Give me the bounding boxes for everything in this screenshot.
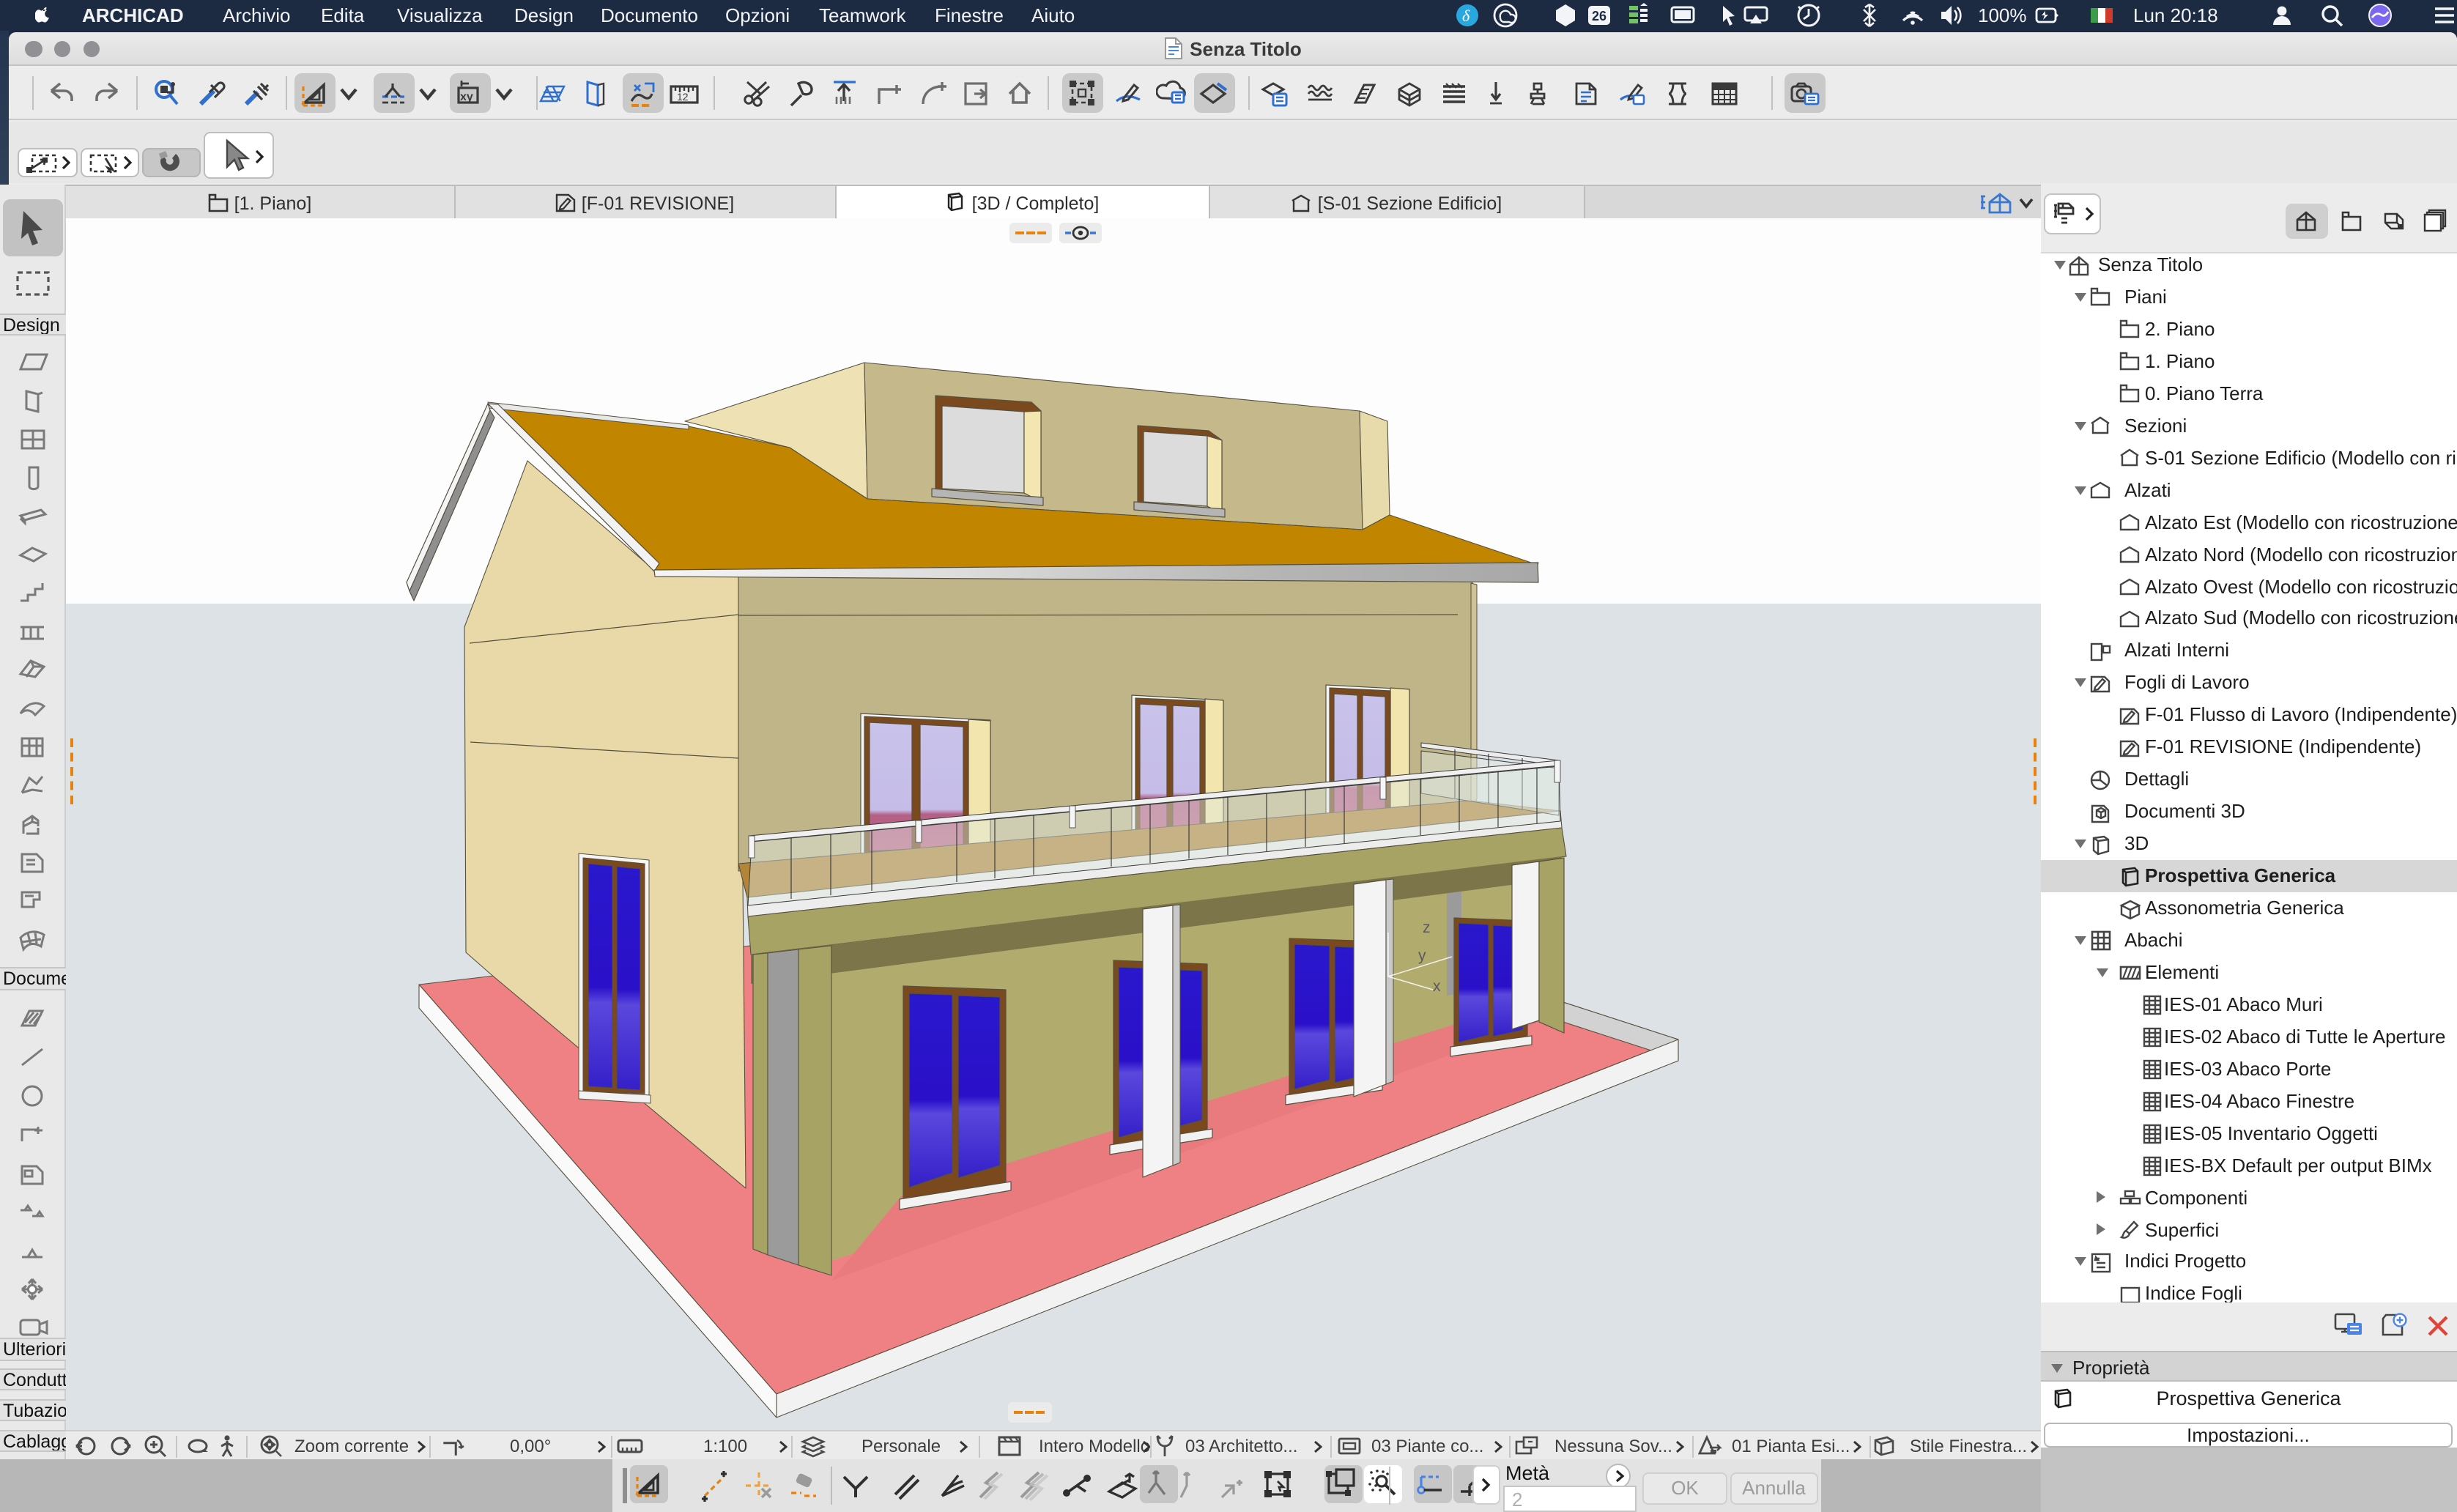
- svg-text:xy: xy: [460, 90, 473, 103]
- svg-text:y: y: [1418, 946, 1426, 963]
- svg-text:z: z: [1423, 919, 1431, 935]
- svg-text:12: 12: [677, 90, 689, 102]
- svg-text:26: 26: [1592, 9, 1606, 23]
- svg-text:δ: δ: [1462, 7, 1470, 25]
- svg-text:x: x: [1433, 977, 1441, 994]
